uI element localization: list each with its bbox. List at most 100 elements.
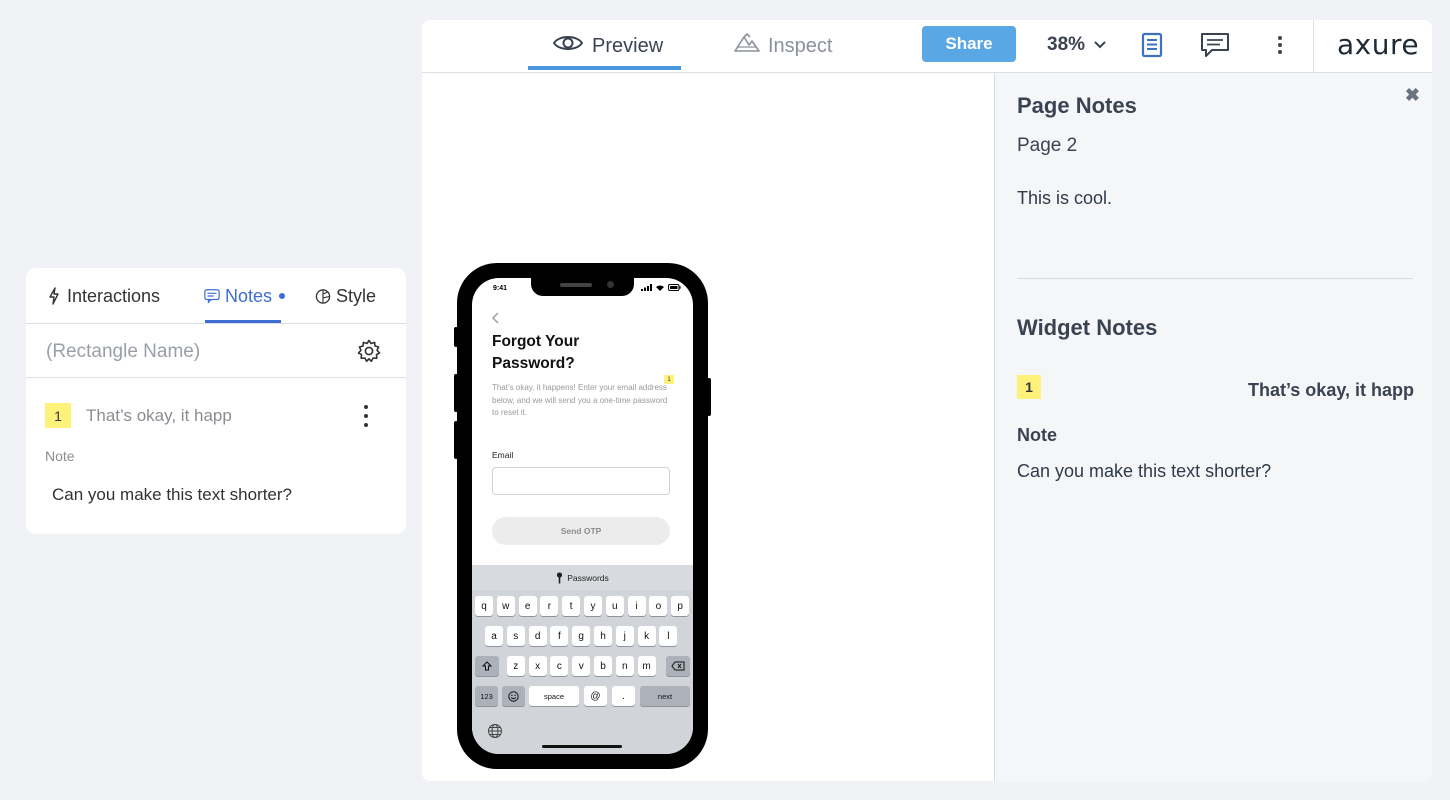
key-m[interactable]: m	[637, 656, 656, 676]
wifi-icon	[656, 285, 664, 291]
back-chevron-icon[interactable]	[489, 311, 503, 325]
passwords-bar[interactable]: Passwords	[472, 565, 693, 590]
tab-interactions-label: Interactions	[67, 285, 161, 306]
key-s[interactable]: s	[506, 626, 525, 646]
note-icon	[204, 287, 220, 305]
forgot-password-subtitle: That’s okay, it happens! Enter your emai…	[492, 383, 668, 417]
tab-preview[interactable]: Preview	[552, 20, 663, 72]
active-tab-indicator	[528, 66, 681, 70]
preview-window: Preview Inspect Share 38% a x u re 9:41 For…	[422, 20, 1432, 781]
widget-notes-heading: Widget Notes	[1017, 315, 1158, 340]
note-list-item[interactable]: 1 That’s okay, it happ	[26, 378, 406, 438]
unread-dot	[279, 293, 286, 299]
comment-icon[interactable]	[1200, 29, 1230, 61]
more-options-icon[interactable]	[356, 403, 376, 429]
document-notes-icon[interactable]	[1137, 29, 1167, 61]
email-label: Email	[492, 450, 514, 460]
key-q[interactable]: q	[475, 596, 493, 616]
note-pin-badge[interactable]: 1	[664, 375, 674, 384]
zoom-dropdown[interactable]: 38%	[1047, 30, 1107, 60]
note-text-field[interactable]: Can you make this text shorter?	[52, 485, 292, 505]
key-d[interactable]: d	[528, 626, 547, 646]
style-icon	[315, 287, 331, 305]
tab-interactions[interactable]: Interactions	[46, 268, 160, 324]
backspace-key-icon[interactable]	[666, 656, 690, 676]
space-key[interactable]: space	[529, 686, 579, 706]
notes-inspector-panel: Interactions Notes Style (Rectangle Name…	[26, 268, 406, 534]
gear-icon[interactable]	[356, 338, 382, 364]
tab-notes-label: Notes	[225, 285, 273, 306]
key-u[interactable]: u	[605, 596, 624, 616]
forgot-password-title: Forgot Your Password?	[492, 333, 580, 372]
prototype-canvas: 9:41 Forgot Your Password? That’s okay, …	[422, 73, 994, 781]
volume-up-button	[454, 374, 458, 412]
email-input[interactable]	[492, 467, 670, 495]
note-field-label: Note	[1017, 425, 1057, 445]
status-time: 9:41	[493, 285, 508, 292]
widget-note-title: That’s okay, it happ	[1247, 380, 1414, 400]
next-key[interactable]: next	[640, 686, 690, 706]
key-n[interactable]: n	[615, 656, 634, 676]
widget-note-text: Can you make this text shorter?	[1017, 461, 1272, 481]
key-f[interactable]: f	[550, 626, 569, 646]
iphone-frame: 9:41 Forgot Your Password? That’s okay, …	[454, 263, 711, 769]
power-button	[707, 378, 711, 416]
key-z[interactable]: z	[506, 656, 525, 676]
toolbar-divider	[1313, 20, 1314, 72]
key-g[interactable]: g	[572, 626, 591, 646]
key-k[interactable]: k	[637, 626, 656, 646]
key-i[interactable]: i	[627, 596, 646, 616]
key-p[interactable]: p	[671, 596, 690, 616]
note-widget-title: That’s okay, it happ	[86, 406, 232, 425]
eye-icon	[552, 33, 584, 59]
tab-preview-label: Preview	[592, 34, 664, 57]
widget-name-row: (Rectangle Name)	[26, 324, 406, 378]
note-field-label: Note	[45, 448, 75, 464]
key-y[interactable]: y	[584, 596, 602, 616]
key-h[interactable]: h	[594, 626, 612, 646]
signal-icon	[641, 284, 652, 291]
key-b[interactable]: b	[594, 656, 612, 676]
inspector-tabs: Interactions Notes Style	[26, 268, 406, 324]
tab-style-label: Style	[336, 285, 377, 306]
inspect-icon	[734, 33, 760, 59]
key-l[interactable]: l	[659, 626, 678, 646]
emoji-key-icon[interactable]	[502, 686, 525, 706]
tab-notes[interactable]: Notes	[204, 268, 286, 324]
key-w[interactable]: w	[496, 596, 515, 616]
send-otp-button[interactable]: Send OTP	[492, 517, 670, 545]
tab-inspect-label: Inspect	[768, 34, 833, 57]
status-icons	[641, 284, 681, 291]
key-t[interactable]: t	[562, 596, 581, 616]
at-key[interactable]: @	[584, 686, 607, 706]
tab-inspect[interactable]: Inspect	[734, 20, 832, 72]
passwords-label: Passwords	[567, 572, 609, 583]
section-divider	[1017, 278, 1413, 279]
chevron-down-icon	[1093, 34, 1107, 56]
globe-icon[interactable]	[487, 723, 503, 739]
key-v[interactable]: v	[572, 656, 591, 676]
key-r[interactable]: r	[540, 596, 559, 616]
phone-notch	[531, 278, 634, 296]
key-e[interactable]: e	[518, 596, 537, 616]
key-o[interactable]: o	[649, 596, 668, 616]
dot-key[interactable]: .	[612, 686, 635, 706]
shift-key-icon[interactable]	[475, 656, 499, 676]
key-j[interactable]: j	[615, 626, 634, 646]
active-tab-indicator	[205, 320, 281, 323]
page-notes-panel: ✖ Page Notes Page 2 This is cool. Widget…	[994, 73, 1432, 781]
ios-keyboard: Passwords q w e r t y u i o p a s d f g …	[472, 565, 693, 754]
tab-style[interactable]: Style	[315, 268, 376, 324]
volume-down-button	[454, 421, 458, 459]
close-icon[interactable]: ✖	[1405, 85, 1420, 106]
zoom-value: 38%	[1047, 34, 1086, 55]
widget-note-badge[interactable]: 1	[1017, 375, 1041, 399]
widget-name-field[interactable]: (Rectangle Name)	[46, 341, 200, 363]
numbers-key[interactable]: 123	[475, 686, 498, 706]
share-button[interactable]: Share	[922, 26, 1016, 62]
more-vertical-icon[interactable]	[1265, 29, 1295, 61]
key-x[interactable]: x	[528, 656, 547, 676]
key-c[interactable]: c	[550, 656, 569, 676]
key-a[interactable]: a	[485, 626, 503, 646]
preview-toolbar: Preview Inspect Share 38% axure	[422, 20, 1432, 73]
